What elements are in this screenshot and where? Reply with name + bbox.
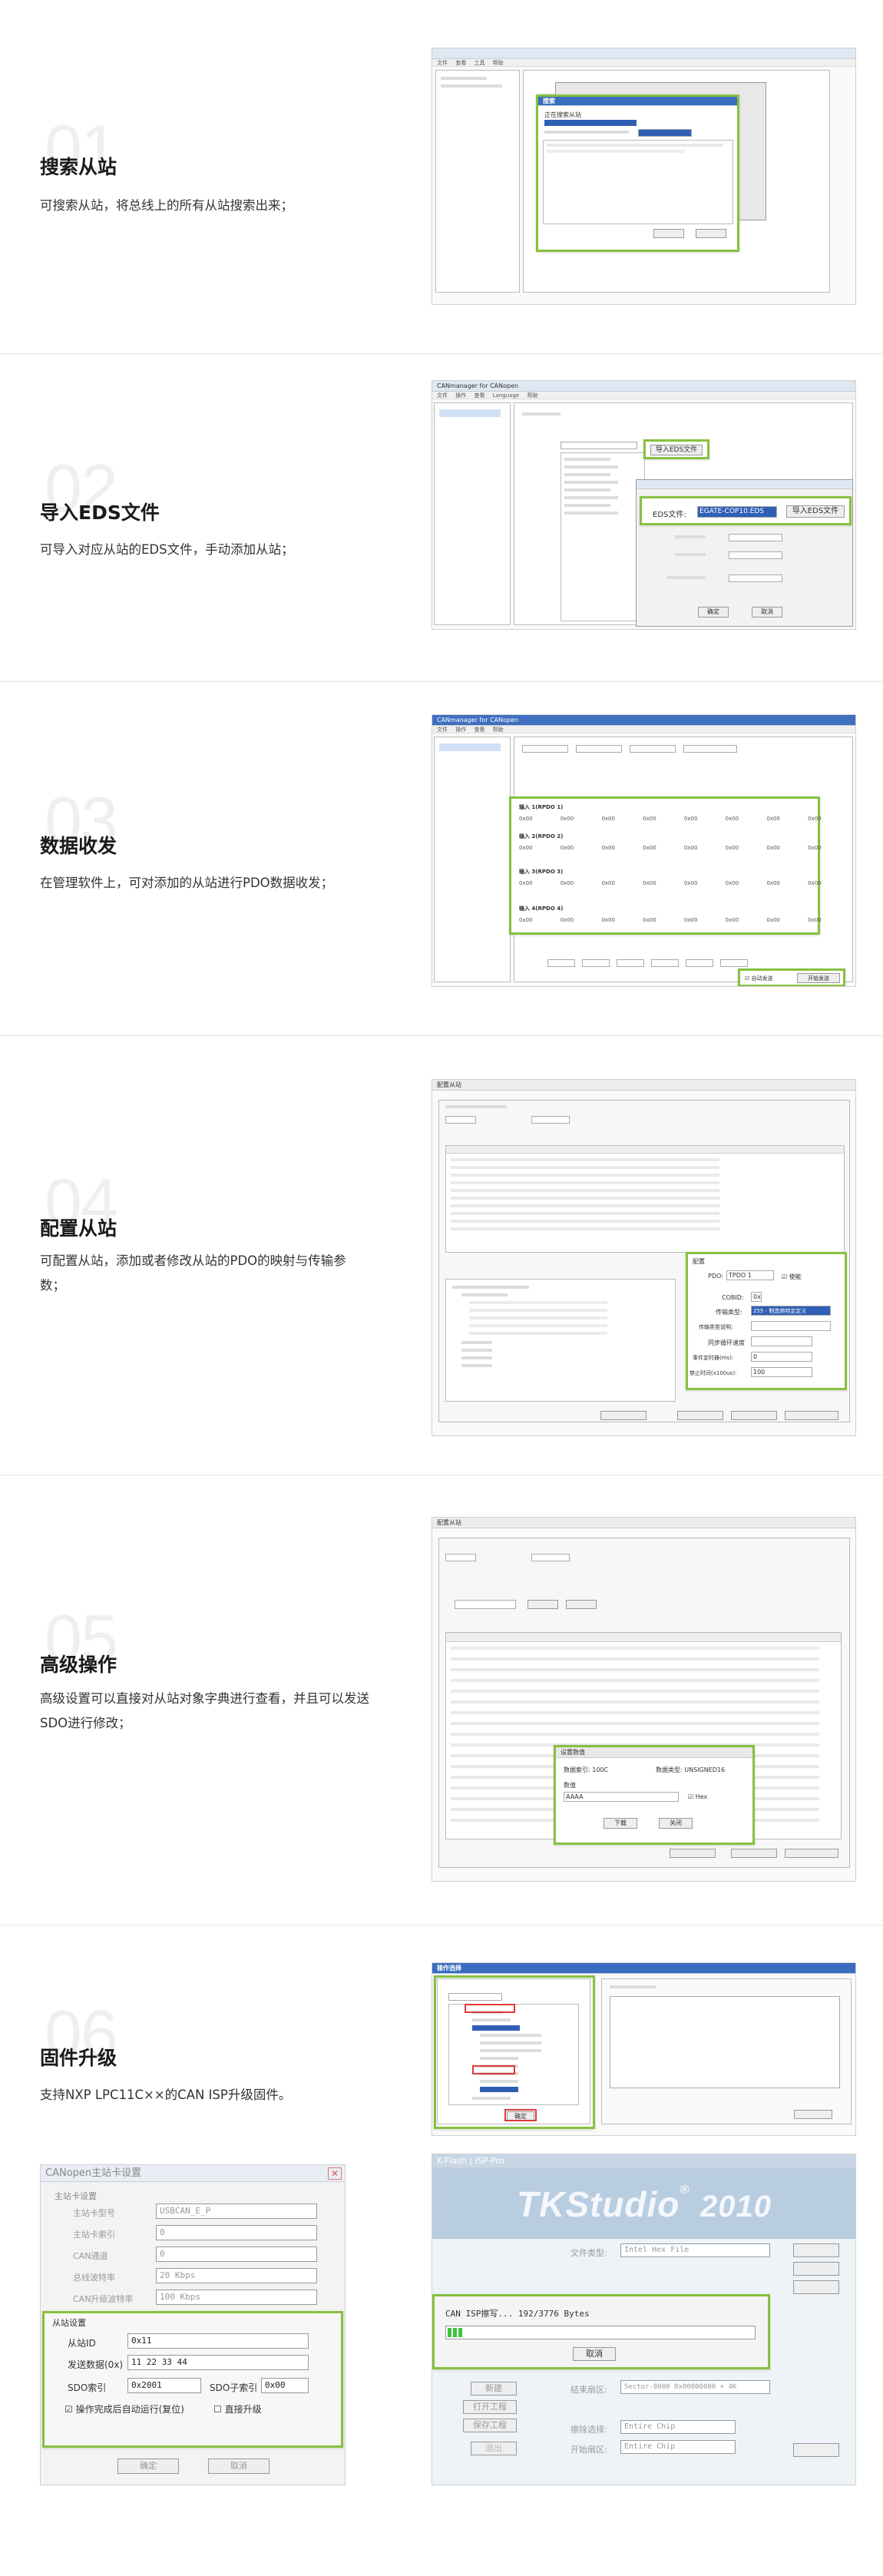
eds-list <box>561 452 645 621</box>
save-project-button[interactable]: 保存工程 <box>463 2419 517 2432</box>
baud-select[interactable] <box>638 129 692 137</box>
tree-panel <box>434 737 511 982</box>
start-sector-select[interactable]: Entire Chip <box>620 2440 736 2454</box>
auto-run-checkbox[interactable]: ☑ 操作完成后自动运行(复位) <box>64 2402 184 2415</box>
feature-description: 支持NXP LPC11C××的CAN ISP升级固件。 <box>40 2088 292 2102</box>
ok-button[interactable]: 确定 <box>698 607 729 618</box>
description-panel <box>601 1978 852 2124</box>
cancel-button[interactable]: 取消 <box>208 2458 270 2474</box>
transmission-type-select[interactable]: 255 - 制造商特定定义 <box>751 1306 831 1316</box>
brand-banner: TKStudio® 2010 <box>432 2168 855 2239</box>
progress-text: CAN ISP擦写... 192/3776 Bytes <box>445 2309 590 2319</box>
screenshot-advanced-ops: 配置从站 设置数值 数据索引: 100C 数据类型: UNSIGNED16 数值… <box>432 1517 856 1882</box>
file-type-select[interactable]: Intel Hex File <box>620 2243 770 2257</box>
feature-description: 可配置从站，添加或者修改从站的PDO的映射与传输参数； <box>40 1253 346 1293</box>
window-titlebar: CANopen主站卡设置 <box>41 2165 345 2182</box>
screenshot-data-exchange: CANmanager for CANopen 文件 操作 查看 帮助 输入 1(… <box>432 714 856 987</box>
end-sector-select[interactable]: Sector-0000 0x00000000 + 4K <box>620 2380 770 2394</box>
feature-title: 数据收发 <box>40 835 117 857</box>
feature-description: 可搜索从站，将总线上的所有从站搜索出来； <box>40 198 293 213</box>
sdo-subindex-input[interactable]: 0x00 <box>261 2378 309 2393</box>
enable-checkbox[interactable]: ☑ 使能 <box>782 1273 802 1281</box>
bus-baud-select[interactable]: 20 Kbps <box>156 2268 317 2283</box>
erase-select[interactable]: Entire Chip <box>620 2420 736 2434</box>
dialog-titlebar: 设置数值 <box>556 1747 752 1758</box>
ok-button[interactable]: 确定 <box>117 2458 179 2474</box>
feature-description: 高级设置可以直接对从站对象字典进行查看，并且可以发送SDO进行修改； <box>40 1691 369 1730</box>
isp-progress-highlight: CAN ISP擦写... 192/3776 Bytes 取消 <box>432 2294 770 2369</box>
window-titlebar: CANmanager for CANopen <box>432 715 855 726</box>
close-button[interactable]: 关闭 <box>659 1818 693 1829</box>
new-button[interactable]: 新建 <box>471 2382 517 2396</box>
window-titlebar: 操作选择 <box>432 1963 855 1974</box>
auto-send-checkbox[interactable]: ☑ 自动发送 <box>745 975 773 982</box>
screenshot-import-eds: CANmanager for CANopen 文件 操作 查看 Language… <box>432 380 856 630</box>
feature-title: 高级操作 <box>40 1654 117 1676</box>
feature-title: 固件升级 <box>40 2047 117 2069</box>
found-list <box>543 140 733 224</box>
upgrade-baud-select[interactable]: 100 Kbps <box>156 2290 317 2305</box>
feature-title: 搜索从站 <box>40 156 117 178</box>
screenshot-operation-select: 操作选择 确定 <box>432 1962 856 2136</box>
progress-bar <box>445 2326 756 2339</box>
import-eds-button[interactable]: 导入EDS文件 <box>650 445 703 455</box>
screenshot-master-settings: CANopen主站卡设置 ✕ 主站卡设置 主站卡型号 USBCAN_E_P 主站… <box>40 2164 346 2485</box>
feature-description: 可导入对应从站的EDS文件，手动添加从站； <box>40 542 294 557</box>
pdo-mapping-table <box>445 1145 845 1253</box>
window-titlebar: CANmanager for CANopen <box>432 381 855 392</box>
start-send-button[interactable]: 开始发送 <box>797 973 840 983</box>
dialog-titlebar: 搜索 <box>538 97 737 106</box>
screenshot-tkstudio-isp: K-Flash | ISP-Pro TKStudio® 2010 文件类型: I… <box>432 2154 856 2485</box>
feature-description: 在管理软件上，可对添加的从站进行PDO数据收发； <box>40 876 334 890</box>
slave-settings-highlight: 从站设置 从站ID 0x11 发送数据(0x) 11 22 33 44 SDO索… <box>42 2311 343 2448</box>
set-value-dialog-highlight: 设置数值 数据索引: 100C 数据类型: UNSIGNED16 数值 AAAA… <box>554 1745 755 1845</box>
can-channel-select[interactable]: 0 <box>156 2247 317 2262</box>
pdo-select[interactable]: TPDO 1 <box>726 1270 774 1280</box>
search-progress <box>544 120 637 126</box>
start-button[interactable] <box>653 229 684 238</box>
operation-highlight <box>434 1975 595 2129</box>
slave-id-input[interactable]: 0x11 <box>127 2333 309 2349</box>
menu-bar: 文件 查看 工具 帮助 <box>432 59 855 67</box>
cancel-button[interactable]: 取消 <box>752 607 782 618</box>
card-model-select[interactable]: USBCAN_E_P <box>156 2204 317 2219</box>
brand-logo: TKStudio® 2010 <box>517 2184 772 2224</box>
send-controls-highlight: ☑ 自动发送 开始发送 <box>738 968 845 986</box>
menu-bar: 文件 操作 查看 Language 帮助 <box>432 392 855 399</box>
menu-bar: 文件 操作 查看 帮助 <box>432 726 855 733</box>
search-dialog-highlight: 搜索 正在搜索从站 <box>536 94 739 252</box>
card-index-select[interactable]: 0 <box>156 2225 317 2240</box>
eds-file-label: EDS文件: <box>653 511 686 519</box>
tree-panel <box>434 402 511 625</box>
send-data-input[interactable]: 11 22 33 44 <box>127 2355 309 2370</box>
exit-button[interactable]: 退出 <box>471 2442 517 2455</box>
hex-checkbox[interactable]: ☑ Hex <box>688 1793 707 1800</box>
direct-upgrade-checkbox[interactable]: ☐ 直接升级 <box>213 2402 262 2415</box>
eds-file-select[interactable]: EGATE-COP10.EDS <box>697 506 777 518</box>
tree-panel <box>435 70 520 293</box>
feature-title: 配置从站 <box>40 1217 117 1240</box>
open-project-button[interactable]: 打开工程 <box>463 2400 517 2414</box>
window-titlebar: 配置从站 <box>432 1080 855 1091</box>
sdo-index-input[interactable]: 0x2001 <box>127 2378 201 2393</box>
download-button[interactable]: 下载 <box>604 1818 637 1829</box>
screenshot-search-slaves: 文件 查看 工具 帮助 搜索 正在搜索从站 <box>432 48 856 305</box>
eds-file-highlight: EDS文件: EGATE-COP10.EDS 导入EDS文件 <box>640 496 852 525</box>
window-titlebar: K-Flash | ISP-Pro <box>432 2154 855 2168</box>
import-eds-button[interactable]: 导入EDS文件 <box>786 505 845 518</box>
close-icon[interactable]: ✕ <box>328 2167 342 2180</box>
value-input[interactable]: AAAA <box>564 1792 679 1802</box>
feature-title: 导入EDS文件 <box>40 502 160 524</box>
pdo-data-highlight: 输入 1(RPDO 1) 0x00 0x00 0x00 0x00 0x00 0x… <box>509 796 822 935</box>
close-button[interactable] <box>696 229 726 238</box>
cancel-button[interactable]: 取消 <box>573 2347 616 2361</box>
screenshot-configure-slave: 配置从站 配置 PDO: TPDO 1 ☑ 使能 COBID: 0x 传输类型:… <box>432 1079 856 1436</box>
pdo-config-highlight: 配置 PDO: TPDO 1 ☑ 使能 COBID: 0x 传输类型: 255 … <box>686 1252 847 1390</box>
import-eds-highlight: 导入EDS文件 <box>643 439 709 459</box>
window-titlebar: 配置从站 <box>432 1518 855 1528</box>
window-titlebar <box>432 48 855 59</box>
object-tree <box>445 1279 676 1402</box>
